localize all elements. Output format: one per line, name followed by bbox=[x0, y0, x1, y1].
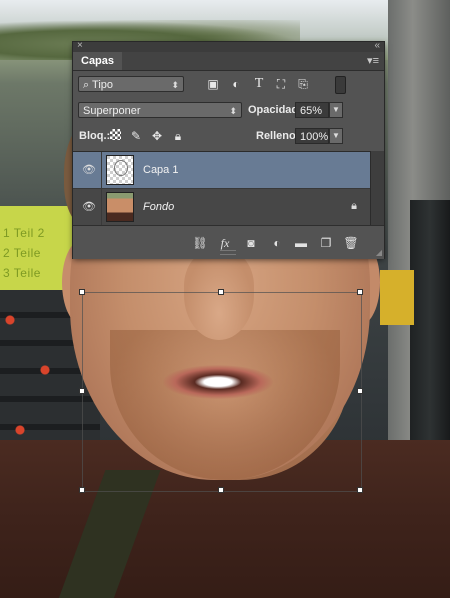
transform-bounding-box[interactable] bbox=[82, 292, 362, 492]
folder-icon[interactable]: ▬ bbox=[293, 236, 309, 250]
layer-thumbnail[interactable] bbox=[106, 192, 134, 222]
layer-row[interactable]: 👁︎ Capa 1 bbox=[73, 152, 371, 189]
transform-handle-bottom-left[interactable] bbox=[79, 487, 85, 493]
adjustment-icon[interactable]: ◐ bbox=[269, 236, 285, 250]
trash-icon[interactable]: 🗑︎ bbox=[343, 236, 359, 250]
lock-position-icon[interactable]: ✥ bbox=[150, 129, 164, 143]
filter-toggle-switch[interactable] bbox=[335, 76, 346, 94]
transform-handle-top-left[interactable] bbox=[79, 289, 85, 295]
eye-icon[interactable]: 👁︎ bbox=[82, 200, 96, 214]
sign-line: 2 Teile bbox=[3, 246, 41, 260]
lock-icon: 🔒︎ bbox=[351, 200, 357, 212]
opacity-dropdown-button[interactable]: ▼ bbox=[329, 102, 343, 118]
tab-layers[interactable]: Capas bbox=[73, 52, 123, 70]
collapse-icon[interactable]: « bbox=[374, 40, 380, 51]
layer-thumbnail[interactable] bbox=[106, 155, 134, 185]
divider bbox=[101, 152, 102, 189]
lock-label: Bloq.: bbox=[79, 130, 111, 142]
blend-row: Superponer ⬍ Opacidad: 65% ▼ bbox=[73, 97, 384, 123]
scrollbar[interactable] bbox=[370, 151, 384, 225]
layer-list: 👁︎ Capa 1 👁︎ Fondo 🔒︎ bbox=[73, 151, 371, 226]
panel-titlebar[interactable]: × « bbox=[73, 40, 384, 52]
layer-row[interactable]: 👁︎ Fondo 🔒︎ bbox=[73, 189, 371, 226]
panel-tabs: Capas ▾≡ bbox=[73, 52, 384, 71]
opacity-label: Opacidad: bbox=[248, 104, 302, 116]
blend-mode-select[interactable]: Superponer ⬍ bbox=[78, 102, 242, 118]
panel-footer: ⛓ fx ◙ ◐ ▬ ❐ 🗑︎ ◢ bbox=[73, 225, 384, 259]
fx-icon[interactable]: fx bbox=[217, 236, 233, 251]
eye-icon[interactable]: 👁︎ bbox=[82, 163, 96, 177]
resize-handle-icon[interactable]: ◢ bbox=[376, 248, 382, 257]
filter-kind-value: Tipo bbox=[92, 79, 114, 91]
close-icon[interactable]: × bbox=[77, 40, 83, 51]
layer-name[interactable]: Fondo bbox=[143, 201, 174, 213]
adjustment-filter-icon[interactable]: ◐ bbox=[229, 77, 243, 91]
fill-label: Relleno: bbox=[256, 130, 300, 142]
chevron-updown-icon: ⬍ bbox=[229, 106, 237, 116]
fill-input[interactable]: 100% bbox=[295, 128, 329, 144]
fill-dropdown-button[interactable]: ▼ bbox=[329, 128, 343, 144]
link-icon[interactable]: ⛓ bbox=[192, 236, 208, 250]
type-filter-icon[interactable]: T bbox=[252, 77, 266, 91]
layers-panel: × « Capas ▾≡ ⌕ Tipo ⬍ ▣ ◐ T ⛶ ⎘ Superpon… bbox=[73, 40, 384, 259]
transform-handle-left[interactable] bbox=[79, 388, 85, 394]
filter-row: ⌕ Tipo ⬍ ▣ ◐ T ⛶ ⎘ bbox=[73, 71, 384, 97]
filter-kind-select[interactable]: ⌕ Tipo ⬍ bbox=[78, 76, 184, 92]
mask-icon[interactable]: ◙ bbox=[243, 236, 259, 250]
lock-row: Bloq.: ✎ ✥ 🔒︎ Relleno: 100% ▼ bbox=[73, 123, 384, 149]
chevron-updown-icon: ⬍ bbox=[171, 80, 179, 90]
image-filter-icon[interactable]: ▣ bbox=[206, 77, 220, 91]
sign-line: 3 Teile bbox=[3, 266, 41, 280]
panel-grip[interactable] bbox=[220, 250, 236, 255]
sign-line: 1 Teil 2 bbox=[3, 226, 45, 240]
transform-handle-bottom-right[interactable] bbox=[357, 487, 363, 493]
shape-filter-icon[interactable]: ⛶ bbox=[274, 77, 288, 91]
smart-object-filter-icon[interactable]: ⎘ bbox=[296, 77, 310, 91]
divider bbox=[101, 189, 102, 226]
panel-menu-icon[interactable]: ▾≡ bbox=[367, 54, 379, 67]
search-icon: ⌕ bbox=[83, 79, 90, 91]
transform-handle-bottom[interactable] bbox=[218, 487, 224, 493]
new-layer-icon[interactable]: ❐ bbox=[318, 236, 334, 250]
transform-handle-top[interactable] bbox=[218, 289, 224, 295]
lock-brush-icon[interactable]: ✎ bbox=[129, 129, 143, 143]
transform-handle-right[interactable] bbox=[357, 388, 363, 394]
blend-mode-value: Superponer bbox=[83, 105, 141, 117]
transform-handle-top-right[interactable] bbox=[357, 289, 363, 295]
lock-transparency-icon[interactable] bbox=[110, 129, 121, 140]
yellow-sign-right bbox=[380, 270, 414, 325]
lock-all-icon[interactable]: 🔒︎ bbox=[171, 129, 185, 143]
opacity-input[interactable]: 65% bbox=[295, 102, 329, 118]
layer-name[interactable]: Capa 1 bbox=[143, 164, 178, 176]
